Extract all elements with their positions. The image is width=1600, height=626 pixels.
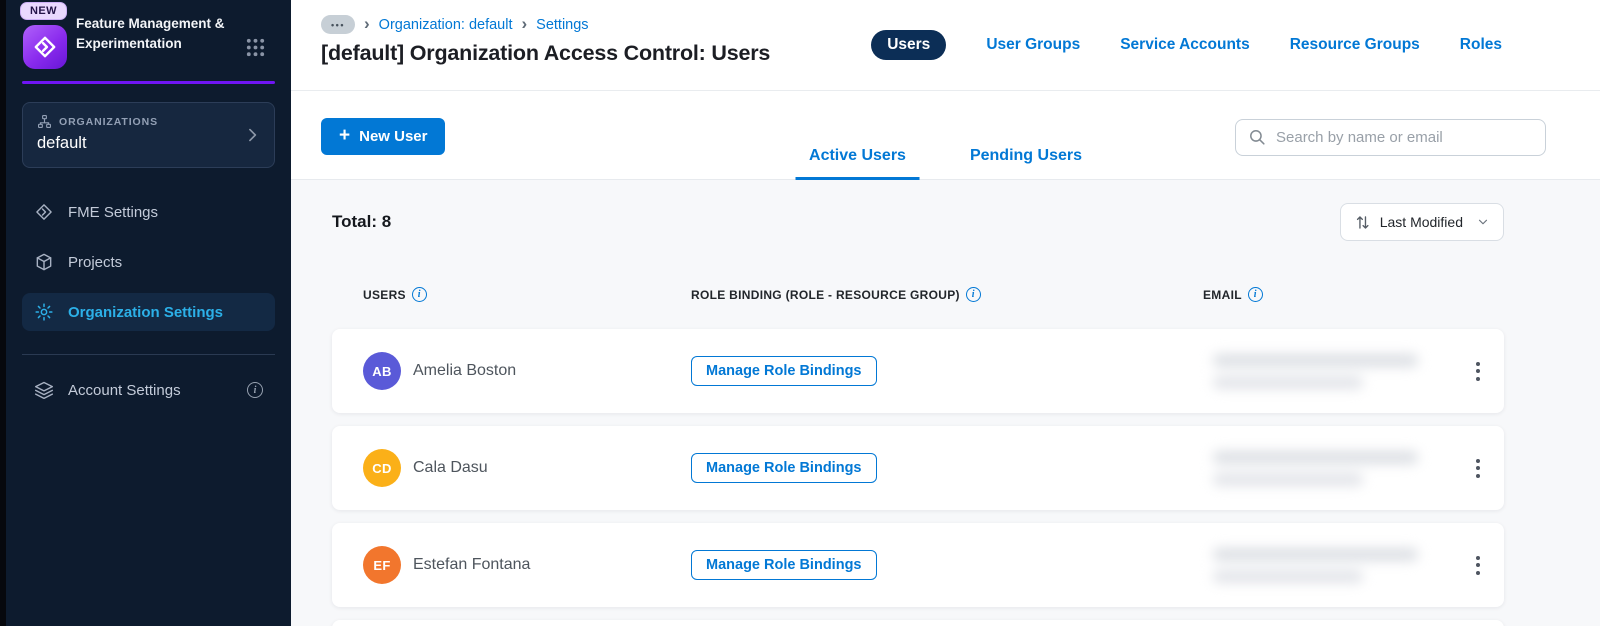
redacted-email xyxy=(1213,547,1458,583)
tab-active-users[interactable]: Active Users xyxy=(795,147,920,180)
sidebar-header: NEW Feature Management & Experimentation xyxy=(6,0,291,84)
sidebar-nav: FME Settings Projects Organization Setti… xyxy=(22,193,275,331)
table-row: AB Amelia Boston Manage Role Bindings xyxy=(332,329,1504,413)
sidebar-divider xyxy=(22,354,275,355)
user-list-section: Total: 8 Last Modified USERS i ROLE BIND… xyxy=(291,180,1600,626)
new-badge: NEW xyxy=(20,2,67,20)
chevron-right-icon: › xyxy=(521,14,528,33)
cube-icon xyxy=(34,252,54,272)
manage-role-bindings-button[interactable]: Manage Role Bindings xyxy=(691,453,877,483)
new-user-button-label: New User xyxy=(359,128,428,145)
sidebar-item-fme-settings[interactable]: FME Settings xyxy=(22,193,275,231)
tab-user-groups[interactable]: User Groups xyxy=(986,36,1080,54)
sidebar-nav-bottom: Account Settings i xyxy=(22,371,275,409)
fme-app-logo xyxy=(23,25,67,69)
user-name: Amelia Boston xyxy=(413,362,517,379)
tab-service-accounts[interactable]: Service Accounts xyxy=(1120,36,1250,54)
column-header-users: USERS i xyxy=(363,287,691,302)
tab-resource-groups[interactable]: Resource Groups xyxy=(1290,36,1420,54)
row-menu-button[interactable] xyxy=(1470,453,1486,484)
tab-users[interactable]: Users xyxy=(871,30,947,60)
info-icon[interactable]: i xyxy=(965,287,981,302)
row-menu-button[interactable] xyxy=(1470,550,1486,581)
user-name: Estefan Fontana xyxy=(413,556,531,573)
chevron-right-icon xyxy=(242,125,262,145)
breadcrumb-link-settings[interactable]: Settings xyxy=(536,17,588,33)
user-cell: AB Amelia Boston xyxy=(363,352,691,390)
app-window: NEW Feature Management & Experimentation xyxy=(0,0,1600,626)
sidebar-item-label: Account Settings xyxy=(68,381,181,399)
sort-arrows-icon xyxy=(1354,213,1371,232)
app-grid-icon[interactable] xyxy=(244,36,267,59)
org-selector-label: ORGANIZATIONS xyxy=(59,115,159,128)
sidebar-item-label: Projects xyxy=(68,253,123,271)
manage-role-bindings-button[interactable]: Manage Role Bindings xyxy=(691,550,877,580)
manage-role-bindings-button[interactable]: Manage Role Bindings xyxy=(691,356,877,386)
sort-dropdown[interactable]: Last Modified xyxy=(1339,203,1504,241)
main-area: ••• › Organization: default › Settings [… xyxy=(291,0,1600,626)
sort-dropdown-value: Last Modified xyxy=(1379,214,1463,230)
page-header: ••• › Organization: default › Settings [… xyxy=(291,0,1600,91)
product-name: Feature Management & Experimentation xyxy=(76,16,225,51)
sidebar-item-organization-settings[interactable]: Organization Settings xyxy=(22,293,275,331)
sidebar-item-projects[interactable]: Projects xyxy=(22,243,275,281)
info-icon[interactable]: i xyxy=(247,382,263,398)
access-control-tabs: Users User Groups Service Accounts Resou… xyxy=(871,30,1502,60)
user-name: Cala Dasu xyxy=(413,459,488,476)
avatar: AB xyxy=(363,352,401,390)
search-box[interactable] xyxy=(1235,119,1546,156)
redacted-email xyxy=(1213,450,1458,486)
info-icon[interactable]: i xyxy=(1247,287,1263,302)
avatar: CD xyxy=(363,449,401,487)
layers-icon xyxy=(34,380,54,400)
row-menu-button[interactable] xyxy=(1470,356,1486,387)
sidebar-item-account-settings[interactable]: Account Settings i xyxy=(22,371,275,409)
table-row-partial xyxy=(332,620,1504,626)
breadcrumb-link-organization[interactable]: Organization: default xyxy=(379,17,513,33)
search-input[interactable] xyxy=(1276,129,1533,146)
user-state-tabs: Active Users Pending Users xyxy=(795,147,1096,180)
gear-icon xyxy=(34,302,54,322)
new-user-button[interactable]: + New User xyxy=(321,118,446,155)
org-selector-value: default xyxy=(37,134,87,152)
table-row: EF Estefan Fontana Manage Role Bindings xyxy=(332,523,1504,607)
table-row: CD Cala Dasu Manage Role Bindings xyxy=(332,426,1504,510)
user-cell: EF Estefan Fontana xyxy=(363,546,691,584)
redacted-email xyxy=(1213,353,1458,389)
user-cell: CD Cala Dasu xyxy=(363,449,691,487)
search-icon xyxy=(1248,128,1267,147)
table-header-row: USERS i ROLE BINDING (ROLE - RESOURCE GR… xyxy=(332,287,1504,302)
total-count: Total: 8 xyxy=(332,212,392,231)
column-header-role-binding: ROLE BINDING (ROLE - RESOURCE GROUP) i xyxy=(691,287,1203,302)
fme-settings-icon xyxy=(34,202,54,222)
plus-icon: + xyxy=(339,125,351,146)
organization-selector[interactable]: ORGANIZATIONS default xyxy=(22,102,275,168)
chevron-right-icon: › xyxy=(364,14,370,33)
avatar: EF xyxy=(363,546,401,584)
toolbar: + New User Active Users Pending Users xyxy=(291,91,1600,180)
column-header-email: EMAIL i xyxy=(1203,287,1458,302)
sidebar-item-label: FME Settings xyxy=(68,203,159,221)
tab-roles[interactable]: Roles xyxy=(1460,36,1502,54)
split-logo-icon xyxy=(32,34,58,60)
tab-pending-users[interactable]: Pending Users xyxy=(956,147,1096,180)
accent-divider xyxy=(22,81,275,84)
info-icon[interactable]: i xyxy=(411,287,427,302)
org-hierarchy-icon xyxy=(37,114,52,129)
chevron-down-icon xyxy=(1476,215,1490,229)
sidebar: NEW Feature Management & Experimentation xyxy=(6,0,291,626)
sidebar-item-label: Organization Settings xyxy=(68,303,224,321)
breadcrumb-ellipsis-button[interactable]: ••• xyxy=(321,15,355,34)
